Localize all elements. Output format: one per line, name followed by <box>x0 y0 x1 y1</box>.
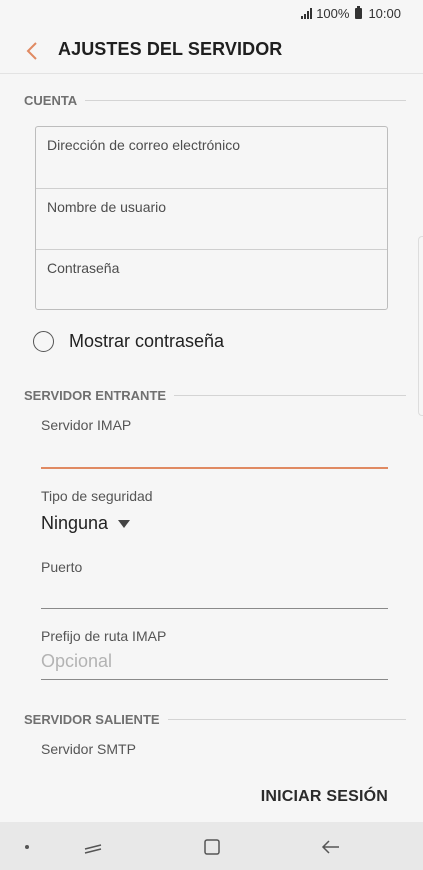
back-arrow-icon[interactable] <box>18 37 46 65</box>
section-divider <box>85 99 406 101</box>
security-type-label: Tipo de seguridad <box>41 488 153 504</box>
password-field[interactable]: Contraseña <box>36 249 387 310</box>
section-title: SERVIDOR ENTRANTE <box>24 387 167 403</box>
imap-prefix-input[interactable]: Opcional <box>41 651 112 672</box>
status-bar: 100% 10:00 <box>0 0 423 28</box>
back-icon[interactable] <box>318 834 344 860</box>
password-field-label: Contraseña <box>47 260 120 276</box>
navigation-bar <box>0 822 423 870</box>
imap-server-label: Servidor IMAP <box>41 417 132 433</box>
imap-prefix-label: Prefijo de ruta IMAP <box>41 628 167 644</box>
imap-server-input[interactable] <box>41 467 388 469</box>
section-divider <box>174 394 406 396</box>
scroll-indicator[interactable] <box>418 236 423 416</box>
radio-unchecked-icon[interactable] <box>33 330 54 352</box>
bottom-action-bar: INICIAR SESIÓN <box>0 772 423 822</box>
imap-prefix-underline <box>41 679 388 680</box>
dropdown-arrow-icon <box>118 519 131 528</box>
nav-dot-icon[interactable] <box>25 845 29 849</box>
signal-icon <box>301 8 313 19</box>
port-label: Puerto <box>41 559 83 575</box>
email-field-label: Dirección de correo electrónico <box>47 137 240 153</box>
section-title: SERVIDOR SALIENTE <box>24 711 160 727</box>
page-title: AJUSTES DEL SERVIDOR <box>58 39 283 59</box>
security-type-value: Ninguna <box>41 513 109 533</box>
account-fields-box: Dirección de correo electrónico Nombre d… <box>35 126 388 310</box>
section-header-outgoing: SERVIDOR SALIENTE <box>24 711 406 727</box>
app-bar-divider <box>0 73 423 74</box>
security-type-dropdown[interactable]: Ninguna <box>41 513 131 534</box>
home-icon[interactable] <box>199 834 225 860</box>
smtp-server-label: Servidor SMTP <box>41 741 136 757</box>
username-field[interactable]: Nombre de usuario <box>36 188 387 249</box>
section-header-incoming: SERVIDOR ENTRANTE <box>24 387 406 403</box>
clock: 10:00 <box>368 6 401 21</box>
section-header-account: CUENTA <box>24 92 406 108</box>
username-field-label: Nombre de usuario <box>47 199 167 215</box>
section-divider <box>167 718 406 720</box>
email-field[interactable]: Dirección de correo electrónico <box>36 127 387 188</box>
show-password-label: Mostrar contraseña <box>69 330 225 351</box>
status-indicators: 100% 10:00 <box>301 6 401 21</box>
battery-icon <box>355 6 363 19</box>
signin-button[interactable]: INICIAR SESIÓN <box>261 788 388 806</box>
section-title: CUENTA <box>24 92 78 108</box>
recent-apps-icon[interactable] <box>80 834 106 860</box>
app-bar: AJUSTES DEL SERVIDOR <box>0 28 423 74</box>
port-input[interactable] <box>41 608 388 609</box>
battery-percentage: 100% <box>316 6 350 21</box>
show-password-option[interactable]: Mostrar contraseña <box>33 329 224 353</box>
